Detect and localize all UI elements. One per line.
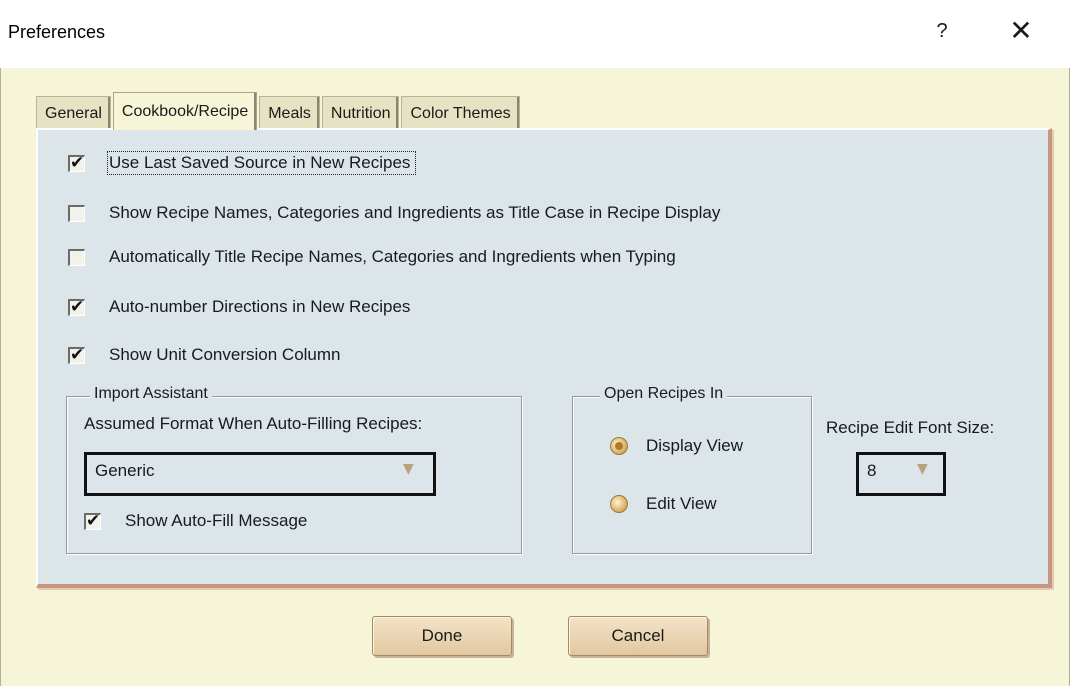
close-button[interactable]: ✕: [1006, 14, 1036, 47]
done-button[interactable]: Done: [372, 616, 512, 656]
option-label: Auto-number Directions in New Recipes: [109, 297, 411, 316]
format-dropdown-value: Generic: [95, 461, 155, 480]
option-auto-title-typing[interactable]: Automatically Title Recipe Names, Catego…: [68, 244, 676, 270]
font-size-dropdown[interactable]: 8 ▼: [856, 452, 946, 496]
checkbox-show-auto-fill-message[interactable]: [84, 511, 101, 531]
tab-strip: General Cookbook/Recipe Meals Nutrition …: [36, 90, 522, 130]
format-dropdown[interactable]: Generic ▼: [84, 452, 436, 496]
radio-button-icon[interactable]: [610, 495, 628, 513]
font-size-value: 8: [867, 461, 877, 480]
checkbox-auto-title-typing[interactable]: [68, 248, 85, 266]
radio-display-view[interactable]: Display View: [610, 436, 743, 456]
option-label: Use Last Saved Source in New Recipes: [106, 151, 417, 175]
radio-edit-view[interactable]: Edit View: [610, 494, 717, 514]
chevron-down-icon: ▼: [917, 461, 928, 477]
open-recipes-legend: Open Recipes In: [600, 385, 728, 403]
help-button[interactable]: ?: [930, 20, 954, 43]
option-label: Show Recipe Names, Categories and Ingred…: [109, 203, 721, 222]
option-label: Show Unit Conversion Column: [109, 345, 341, 364]
open-recipes-group: [572, 396, 812, 554]
title-bar: Preferences ? ✕: [0, 0, 1070, 68]
checkbox-unit-conversion-column[interactable]: [68, 345, 85, 365]
cancel-button[interactable]: Cancel: [568, 616, 708, 656]
option-show-auto-fill-message[interactable]: Show Auto-Fill Message: [84, 508, 307, 534]
radio-label: Edit View: [646, 494, 717, 513]
tab-nutrition[interactable]: Nutrition: [321, 96, 400, 130]
tab-cookbook-recipe[interactable]: Cookbook/Recipe: [112, 92, 258, 130]
option-unit-conversion-column[interactable]: Show Unit Conversion Column: [68, 342, 341, 368]
dialog-title: Preferences: [8, 22, 106, 42]
option-use-last-saved-source[interactable]: Use Last Saved Source in New Recipes: [68, 150, 417, 176]
option-label: Automatically Title Recipe Names, Catego…: [109, 247, 676, 266]
import-assistant-legend: Import Assistant: [90, 385, 212, 403]
radio-button-icon[interactable]: [610, 437, 628, 455]
tab-general[interactable]: General: [36, 96, 111, 130]
cookbook-recipe-panel: Use Last Saved Source in New Recipes Sho…: [36, 128, 1052, 588]
chevron-down-icon: ▼: [403, 461, 414, 477]
tab-meals[interactable]: Meals: [259, 96, 320, 130]
font-size-label: Recipe Edit Font Size:: [826, 418, 995, 437]
option-auto-number-directions[interactable]: Auto-number Directions in New Recipes: [68, 294, 410, 320]
checkbox-use-last-saved-source[interactable]: [68, 153, 85, 173]
checkbox-title-case-display[interactable]: [68, 204, 85, 222]
radio-label: Display View: [646, 436, 744, 455]
assumed-format-label: Assumed Format When Auto-Filling Recipes…: [84, 414, 423, 433]
option-label: Show Auto-Fill Message: [125, 511, 308, 530]
option-title-case-display[interactable]: Show Recipe Names, Categories and Ingred…: [68, 200, 720, 226]
checkbox-auto-number-directions[interactable]: [68, 297, 85, 317]
tab-color-themes[interactable]: Color Themes: [401, 96, 520, 130]
